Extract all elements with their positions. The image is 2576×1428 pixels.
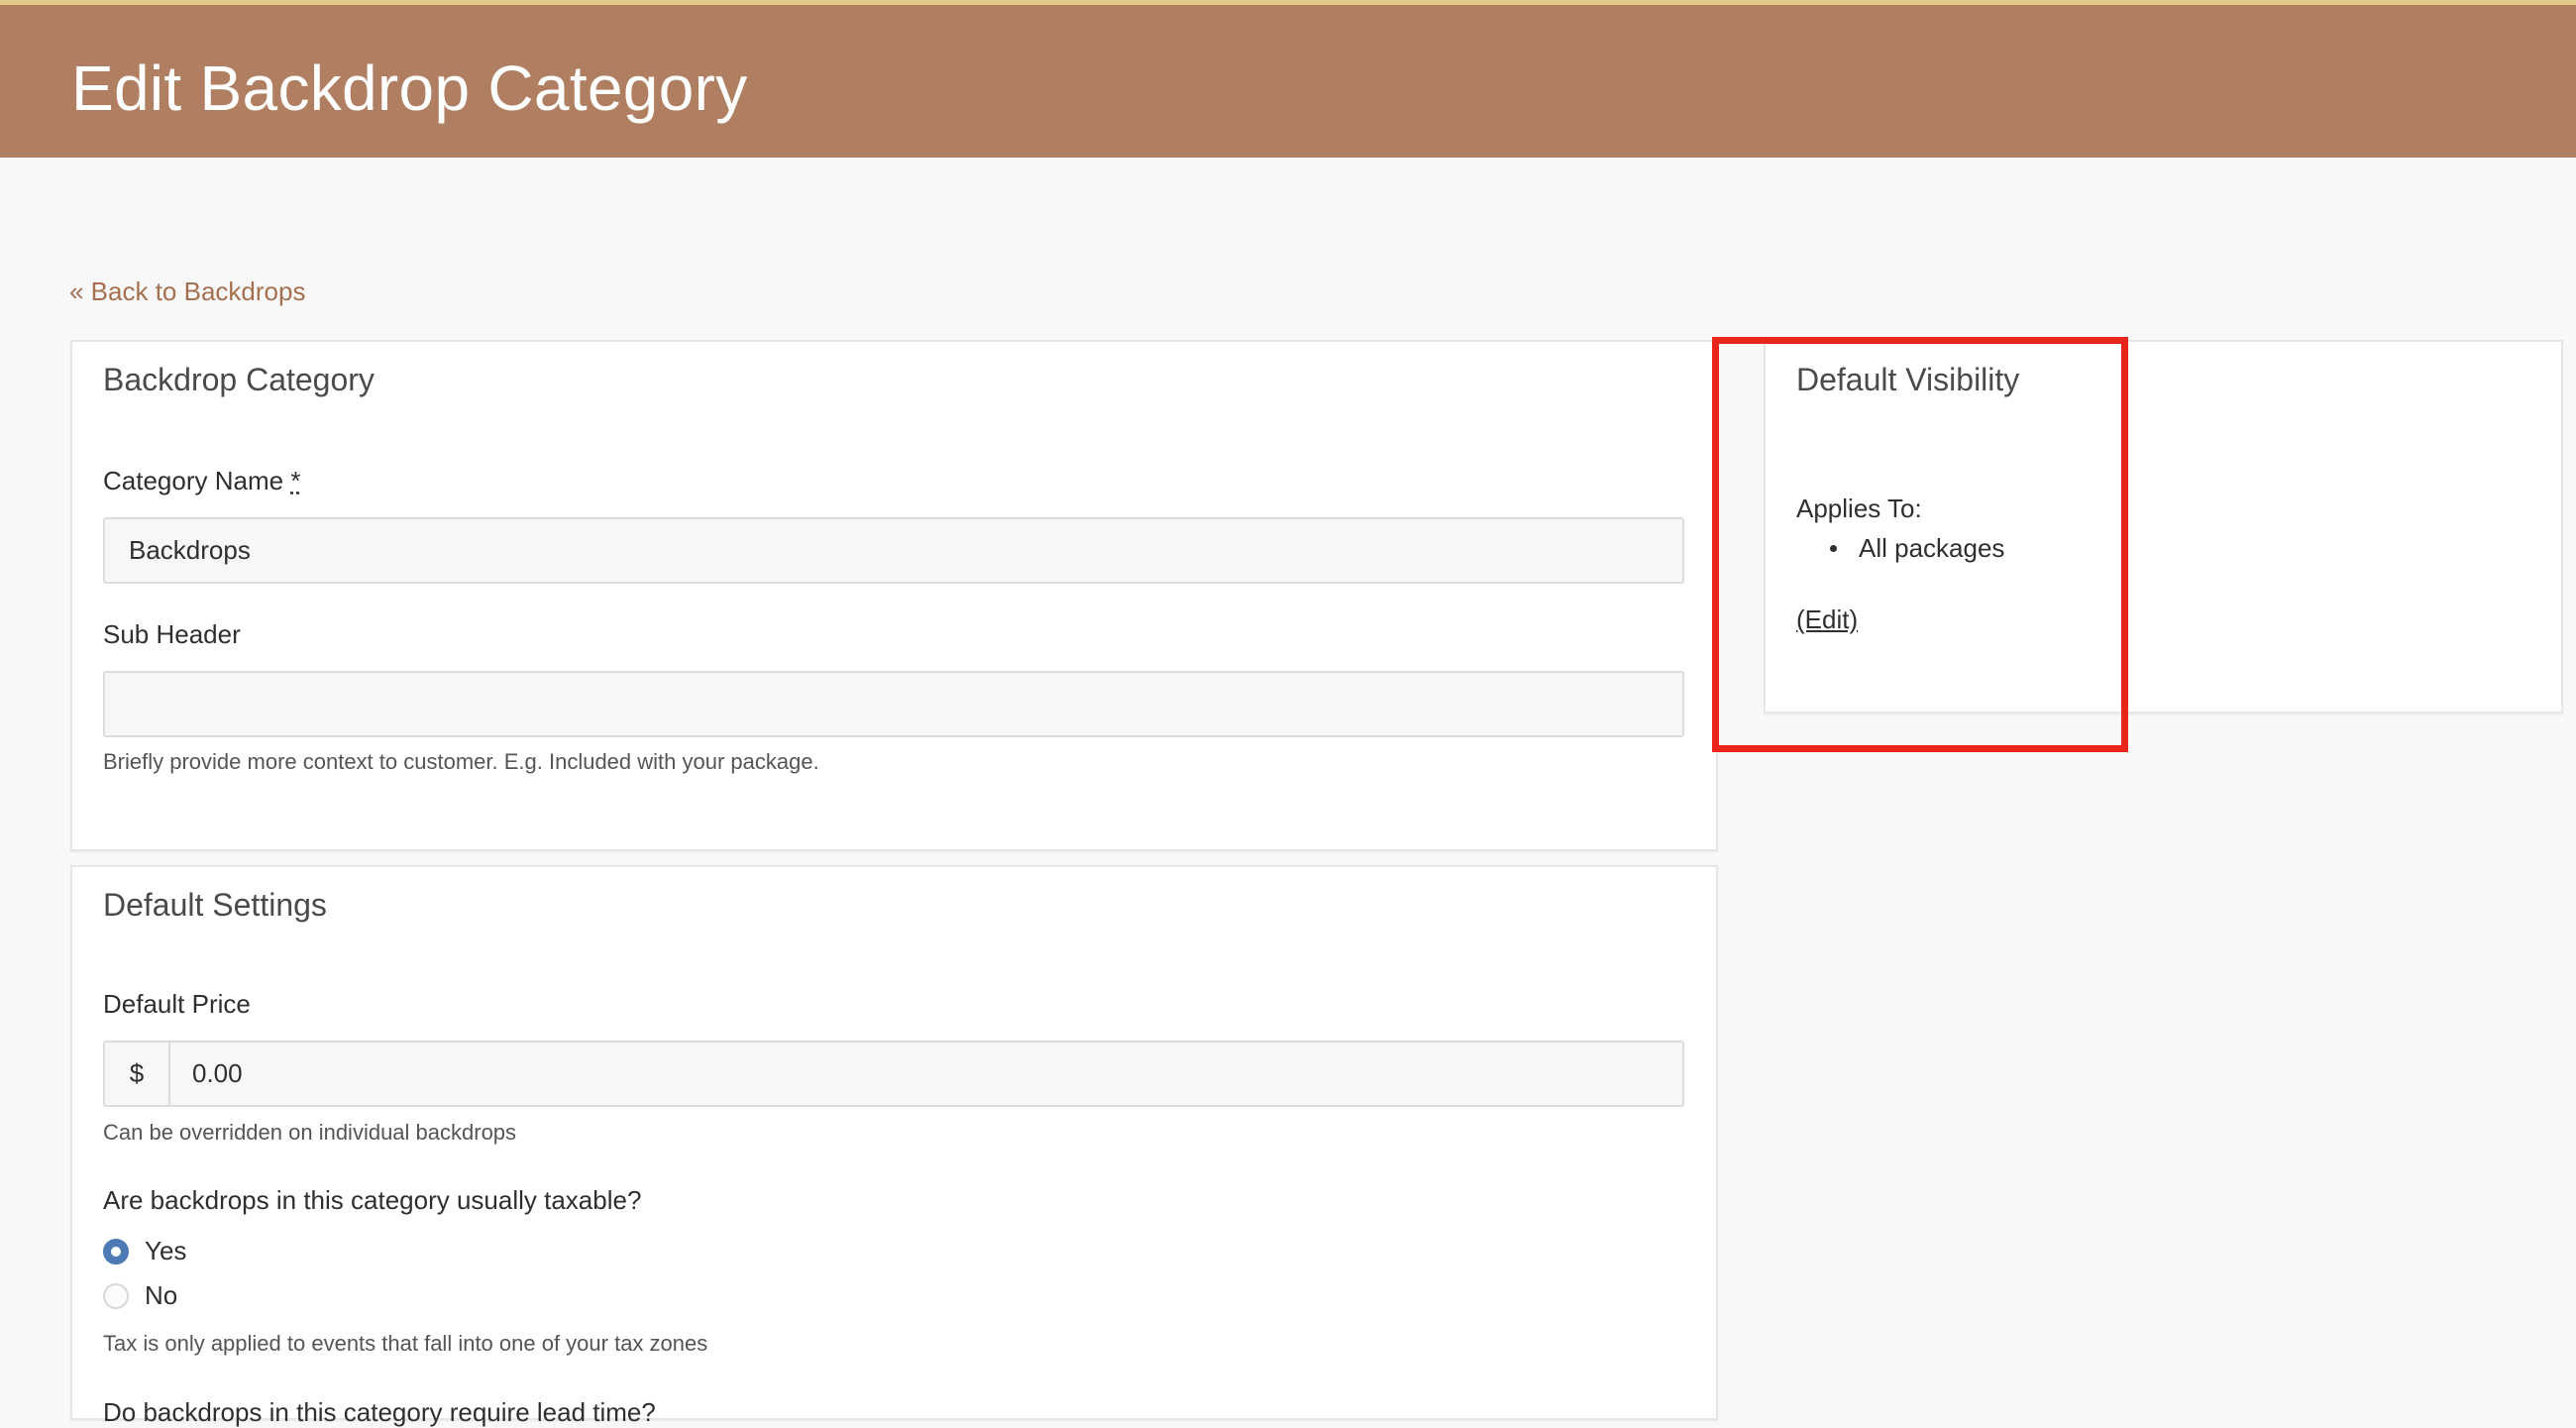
taxable-question-label: Are backdrops in this category usually t… [103, 1185, 642, 1215]
category-name-input[interactable] [103, 517, 1684, 584]
default-price-label: Default Price [103, 989, 251, 1019]
taxable-option-yes[interactable]: Yes [103, 1236, 186, 1266]
default-settings-title: Default Settings [103, 887, 327, 923]
back-to-backdrops-link[interactable]: « Back to Backdrops [69, 275, 305, 307]
category-name-label-text: Category Name [103, 466, 284, 495]
sub-header-input[interactable] [103, 671, 1684, 737]
edit-visibility-link[interactable]: (Edit) [1796, 604, 1858, 635]
applies-to-label: Applies To: [1796, 494, 1922, 523]
page-header: Edit Backdrop Category [0, 5, 2576, 158]
taxable-option-label: Yes [145, 1236, 187, 1265]
category-name-label: Category Name * [103, 465, 300, 496]
backdrop-category-title: Backdrop Category [103, 362, 375, 397]
default-price-input-group: $ [103, 1041, 1684, 1107]
sub-header-label: Sub Header [103, 619, 241, 649]
taxable-help-text: Tax is only applied to events that fall … [103, 1331, 708, 1356]
applies-to-list: All packages [1830, 532, 2004, 564]
applies-to-item-label: All packages [1859, 533, 2005, 563]
default-visibility-title: Default Visibility [1796, 362, 2020, 397]
taxable-option-no[interactable]: No [103, 1280, 177, 1311]
default-visibility-card: Default Visibility Applies To: All packa… [1764, 340, 2563, 714]
currency-addon: $ [105, 1043, 170, 1105]
radio-selected-icon[interactable] [103, 1238, 129, 1264]
page-title: Edit Backdrop Category [71, 53, 748, 124]
taxable-option-label: No [145, 1280, 178, 1310]
bullet-icon [1830, 544, 1837, 552]
default-price-input[interactable] [170, 1043, 1682, 1105]
required-marker: * [290, 466, 301, 495]
lead-time-question-label: Do backdrops in this category require le… [103, 1397, 656, 1427]
default-settings-card: Default Settings Default Price $ Can be … [70, 865, 1718, 1427]
list-item: All packages [1830, 532, 2004, 564]
default-price-help-text: Can be overridden on individual backdrop… [103, 1120, 517, 1145]
backdrop-category-card: Backdrop Category Category Name * Sub He… [70, 340, 1718, 851]
sub-header-help-text: Briefly provide more context to customer… [103, 749, 819, 774]
radio-unselected-icon[interactable] [103, 1282, 129, 1309]
